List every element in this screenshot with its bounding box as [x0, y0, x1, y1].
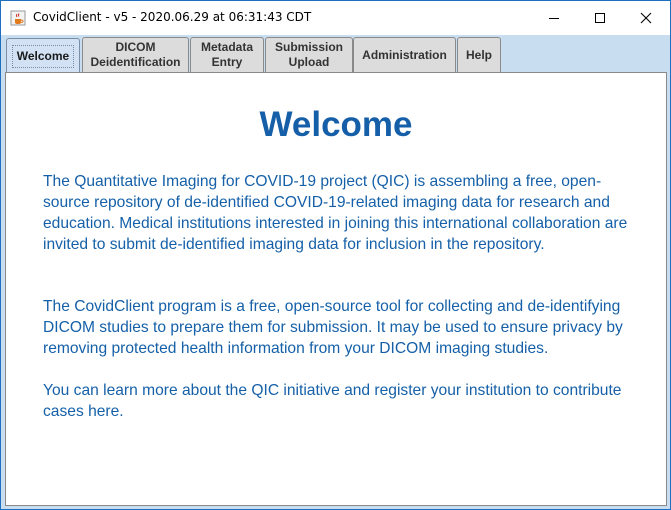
tab-metadata-entry[interactable]: Metadata Entry	[190, 37, 264, 72]
minimize-button[interactable]	[531, 1, 577, 35]
tab-label: Help	[465, 47, 492, 62]
tab-label: Welcome	[16, 48, 70, 63]
intro-paragraph: The Quantitative Imaging for COVID-19 pr…	[43, 173, 628, 253]
tab-label: Upload	[288, 55, 330, 69]
tab-strip: Welcome DICOM Deidentification Metadata …	[1, 35, 670, 73]
tab-help[interactable]: Help	[457, 37, 501, 72]
tab-label: Metadata	[200, 40, 253, 54]
page-title: Welcome	[259, 105, 413, 144]
tab-administration[interactable]: Administration	[353, 37, 456, 72]
tab-label: Deidentification	[90, 55, 181, 69]
tab-label: Administration	[362, 47, 447, 62]
app-window: CovidClient - v5 - 2020.06.29 at 06:31:4…	[0, 0, 671, 510]
maximize-button[interactable]	[577, 1, 623, 35]
close-button[interactable]	[623, 1, 669, 35]
java-cup-icon	[10, 10, 26, 26]
tab-submission-upload[interactable]: Submission Upload	[265, 37, 353, 72]
maximize-icon	[595, 13, 605, 23]
learn-more-paragraph: You can learn more about the QIC initiat…	[43, 382, 622, 420]
title-bar[interactable]: CovidClient - v5 - 2020.06.29 at 06:31:4…	[1, 1, 670, 35]
minimize-icon	[549, 18, 559, 19]
tab-dicom-deidentification[interactable]: DICOM Deidentification	[82, 37, 189, 72]
tab-label: Entry	[211, 55, 243, 69]
tab-label: DICOM	[115, 40, 156, 54]
welcome-panel: Welcome The Quantitative Imaging for COV…	[5, 72, 667, 506]
window-title: CovidClient - v5 - 2020.06.29 at 06:31:4…	[33, 10, 312, 24]
program-paragraph: The CovidClient program is a free, open-…	[43, 298, 623, 357]
tab-label: Submission	[274, 40, 343, 54]
close-icon	[640, 12, 652, 24]
tab-welcome[interactable]: Welcome	[6, 38, 80, 73]
